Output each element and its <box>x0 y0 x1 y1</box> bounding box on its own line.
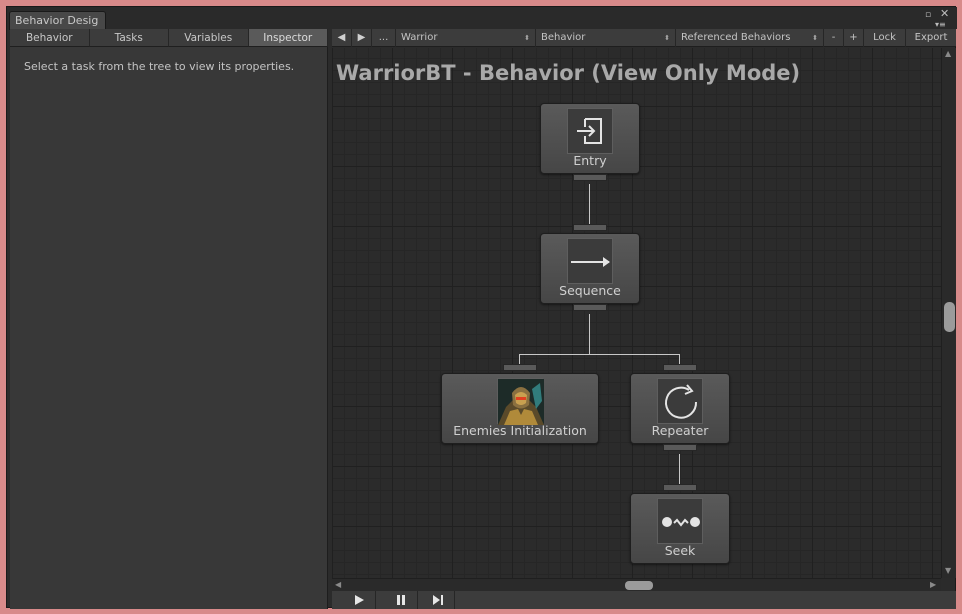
export-button[interactable]: Export <box>906 29 956 47</box>
behavior-select[interactable]: Behavior ⬍ <box>536 29 676 47</box>
updown-icon: ⬍ <box>524 34 530 42</box>
connection-line <box>519 354 680 355</box>
maximize-icon[interactable]: ▫ <box>925 10 931 20</box>
panel-tabs: Behavior Tasks Variables Inspector <box>10 29 328 47</box>
graph-canvas[interactable]: WarriorBT - Behavior (View Only Mode) En… <box>332 48 941 578</box>
warrior-portrait-icon <box>497 378 544 425</box>
minus-button[interactable]: - <box>824 29 844 47</box>
triangle-right-icon: ▶ <box>357 32 366 43</box>
node-label: Entry <box>573 153 607 168</box>
plus-button[interactable]: + <box>844 29 864 47</box>
entry-node[interactable]: Entry <box>540 103 640 174</box>
scroll-up-icon[interactable]: ▲ <box>945 49 951 58</box>
sequence-node[interactable]: Sequence <box>540 233 640 304</box>
output-connector[interactable] <box>573 174 607 181</box>
updown-icon: ⬍ <box>812 34 818 42</box>
arrow-right-icon <box>567 238 613 284</box>
triangle-left-icon: ◀ <box>337 32 346 43</box>
step-forward-icon <box>432 595 443 605</box>
updown-icon: ⬍ <box>664 34 670 42</box>
repeat-icon <box>657 378 703 424</box>
seek-node[interactable]: Seek <box>630 493 730 564</box>
tab-behavior[interactable]: Behavior <box>10 29 90 47</box>
object-select-value: Warrior <box>401 32 438 43</box>
entry-icon <box>567 108 613 154</box>
output-connector[interactable] <box>573 304 607 311</box>
repeater-node[interactable]: Repeater <box>630 373 730 444</box>
lock-button[interactable]: Lock <box>864 29 906 47</box>
input-connector[interactable] <box>573 224 607 231</box>
window-titlebar: Behavior Desig ▫ ✕ ▾≡ <box>7 7 957 30</box>
node-label: Seek <box>664 543 696 558</box>
connection-line <box>679 354 680 364</box>
tab-inspector[interactable]: Inspector <box>248 29 328 47</box>
step-button[interactable] <box>421 591 455 609</box>
play-button[interactable] <box>342 591 376 609</box>
tab-variables[interactable]: Variables <box>169 29 249 47</box>
input-connector[interactable] <box>663 364 697 371</box>
pause-icon <box>396 595 405 605</box>
forward-button[interactable]: ▶ <box>352 29 372 47</box>
back-button[interactable]: ◀ <box>332 29 352 47</box>
left-panel: Behavior Tasks Variables Inspector Selec… <box>10 29 328 609</box>
horizontal-scrollbar[interactable]: ◀ ▶ <box>332 578 941 591</box>
graph-toolbar: ◀ ▶ ... Warrior ⬍ Behavior ⬍ Referenced … <box>332 29 956 47</box>
seek-icon <box>657 498 703 544</box>
behavior-select-value: Behavior <box>541 32 586 43</box>
referenced-behaviors-select[interactable]: Referenced Behaviors ⬍ <box>676 29 824 47</box>
horizontal-scroll-thumb[interactable] <box>625 581 653 590</box>
pause-button[interactable] <box>384 591 418 609</box>
scroll-down-icon[interactable]: ▼ <box>945 566 951 575</box>
node-label: Enemies Initialization <box>453 423 587 438</box>
scroll-right-icon[interactable]: ▶ <box>930 580 936 589</box>
node-label: Sequence <box>559 283 621 298</box>
node-label: Repeater <box>651 423 709 438</box>
inspector-hint: Select a task from the tree to view its … <box>24 60 295 73</box>
graph-title: WarriorBT - Behavior (View Only Mode) <box>336 61 801 85</box>
playback-bar <box>332 591 956 609</box>
input-connector[interactable] <box>663 484 697 491</box>
play-icon <box>354 595 364 605</box>
behavior-designer-window: Behavior Desig ▫ ✕ ▾≡ Behavior Tasks Var… <box>6 6 957 609</box>
more-button[interactable]: ... <box>372 29 396 47</box>
output-connector[interactable] <box>663 444 697 451</box>
vertical-scrollbar[interactable]: ▲ ▼ <box>941 48 956 578</box>
vertical-scroll-thumb[interactable] <box>944 302 955 332</box>
enemies-initialization-node[interactable]: Enemies Initialization <box>441 373 599 444</box>
input-connector[interactable] <box>503 364 537 371</box>
referenced-select-value: Referenced Behaviors <box>681 32 791 43</box>
window-tab[interactable]: Behavior Desig <box>9 11 106 30</box>
close-icon[interactable]: ✕ <box>940 8 949 19</box>
connection-line <box>589 314 590 355</box>
tab-tasks[interactable]: Tasks <box>89 29 169 47</box>
connection-line <box>679 454 680 485</box>
connection-line <box>519 354 520 364</box>
object-select[interactable]: Warrior ⬍ <box>396 29 536 47</box>
scroll-left-icon[interactable]: ◀ <box>335 580 341 589</box>
